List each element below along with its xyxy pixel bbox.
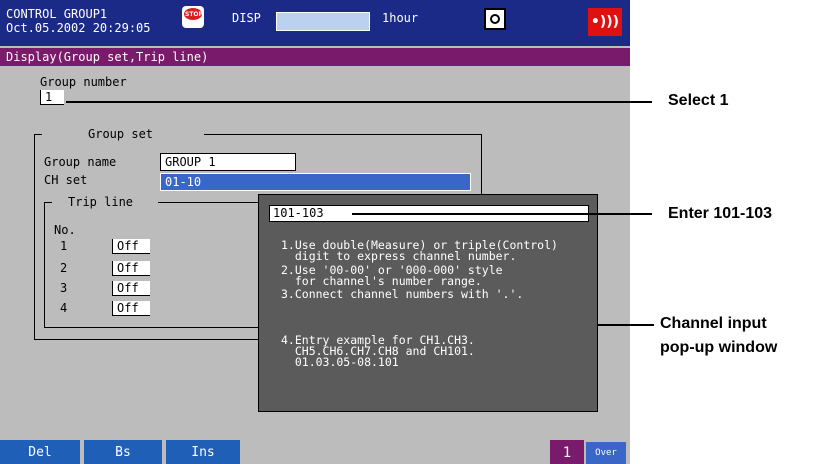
trip-row-no: 1 xyxy=(60,239,68,253)
ch-set-label: CH set xyxy=(44,173,88,187)
mode-label: DISP xyxy=(232,11,261,25)
group-number-field[interactable]: 1 xyxy=(40,90,64,105)
frame-line xyxy=(158,202,258,203)
callout-line xyxy=(66,101,652,103)
frame-line xyxy=(44,202,52,203)
group-number-label: Group number xyxy=(40,75,127,89)
trip-row-value[interactable]: Off xyxy=(112,281,150,296)
frame-line xyxy=(44,327,258,328)
frame-line xyxy=(44,202,45,328)
stop-icon: STOP xyxy=(182,6,204,28)
ins-softkey[interactable]: Ins xyxy=(166,440,240,464)
window-title: Display(Group set,Trip line) xyxy=(0,48,630,66)
callout-line xyxy=(598,324,654,326)
frame-line xyxy=(34,134,35,340)
help-text: 3.Connect channel numbers with '.'. xyxy=(281,287,524,301)
page-indicator: 1 xyxy=(550,440,584,464)
trip-row-no: 4 xyxy=(60,301,68,315)
enter-callout: Enter 101-103 xyxy=(668,205,773,222)
trip-row-value[interactable]: Off xyxy=(112,261,150,276)
trip-row-value[interactable]: Off xyxy=(112,239,150,254)
trip-no-label: No. xyxy=(54,223,76,237)
help-text: 1.Use double(Measure) or triple(Control)… xyxy=(281,238,558,263)
display-progress-bar xyxy=(276,12,370,31)
select-callout: Select 1 xyxy=(668,92,729,109)
help-text: 2.Use '00-00' or '000-000' style for cha… xyxy=(281,263,503,288)
camera-icon xyxy=(484,8,506,30)
callout-line xyxy=(352,213,652,215)
frame-line xyxy=(34,134,42,135)
popup-callout-line2: pop-up window xyxy=(660,339,778,356)
over-indicator: Over xyxy=(586,442,626,464)
frame-line xyxy=(204,134,482,135)
group-set-title: Group set xyxy=(88,127,154,141)
trip-row-no: 3 xyxy=(60,281,68,295)
group-label: CONTROL GROUP1 xyxy=(6,7,108,21)
group-name-label: Group name xyxy=(44,155,117,169)
trip-row-value[interactable]: Off xyxy=(112,301,150,316)
group-name-field[interactable]: GROUP 1 xyxy=(160,153,296,171)
frame-line xyxy=(34,339,258,340)
trip-line-title: Trip line xyxy=(68,195,134,209)
recorder-screen: CONTROL GROUP1 Oct.05.2002 20:29:05 STOP… xyxy=(0,0,630,464)
channel-input-popup: 101-103 1.Use double(Measure) or triple(… xyxy=(258,194,598,412)
frame-line xyxy=(481,134,482,194)
alarm-icon: •))) xyxy=(588,8,622,36)
trip-row-no: 2 xyxy=(60,261,68,275)
datetime: Oct.05.2002 20:29:05 xyxy=(6,21,151,35)
popup-callout-line1: Channel input xyxy=(660,315,767,332)
status-bar: CONTROL GROUP1 Oct.05.2002 20:29:05 STOP… xyxy=(0,0,630,46)
ch-set-field[interactable]: 01-10 xyxy=(160,173,471,191)
bs-softkey[interactable]: Bs xyxy=(84,440,162,464)
del-softkey[interactable]: Del xyxy=(0,440,80,464)
help-text: 4.Entry example for CH1.CH3. CH5.CH6.CH7… xyxy=(281,333,475,369)
time-span: 1hour xyxy=(382,11,419,25)
